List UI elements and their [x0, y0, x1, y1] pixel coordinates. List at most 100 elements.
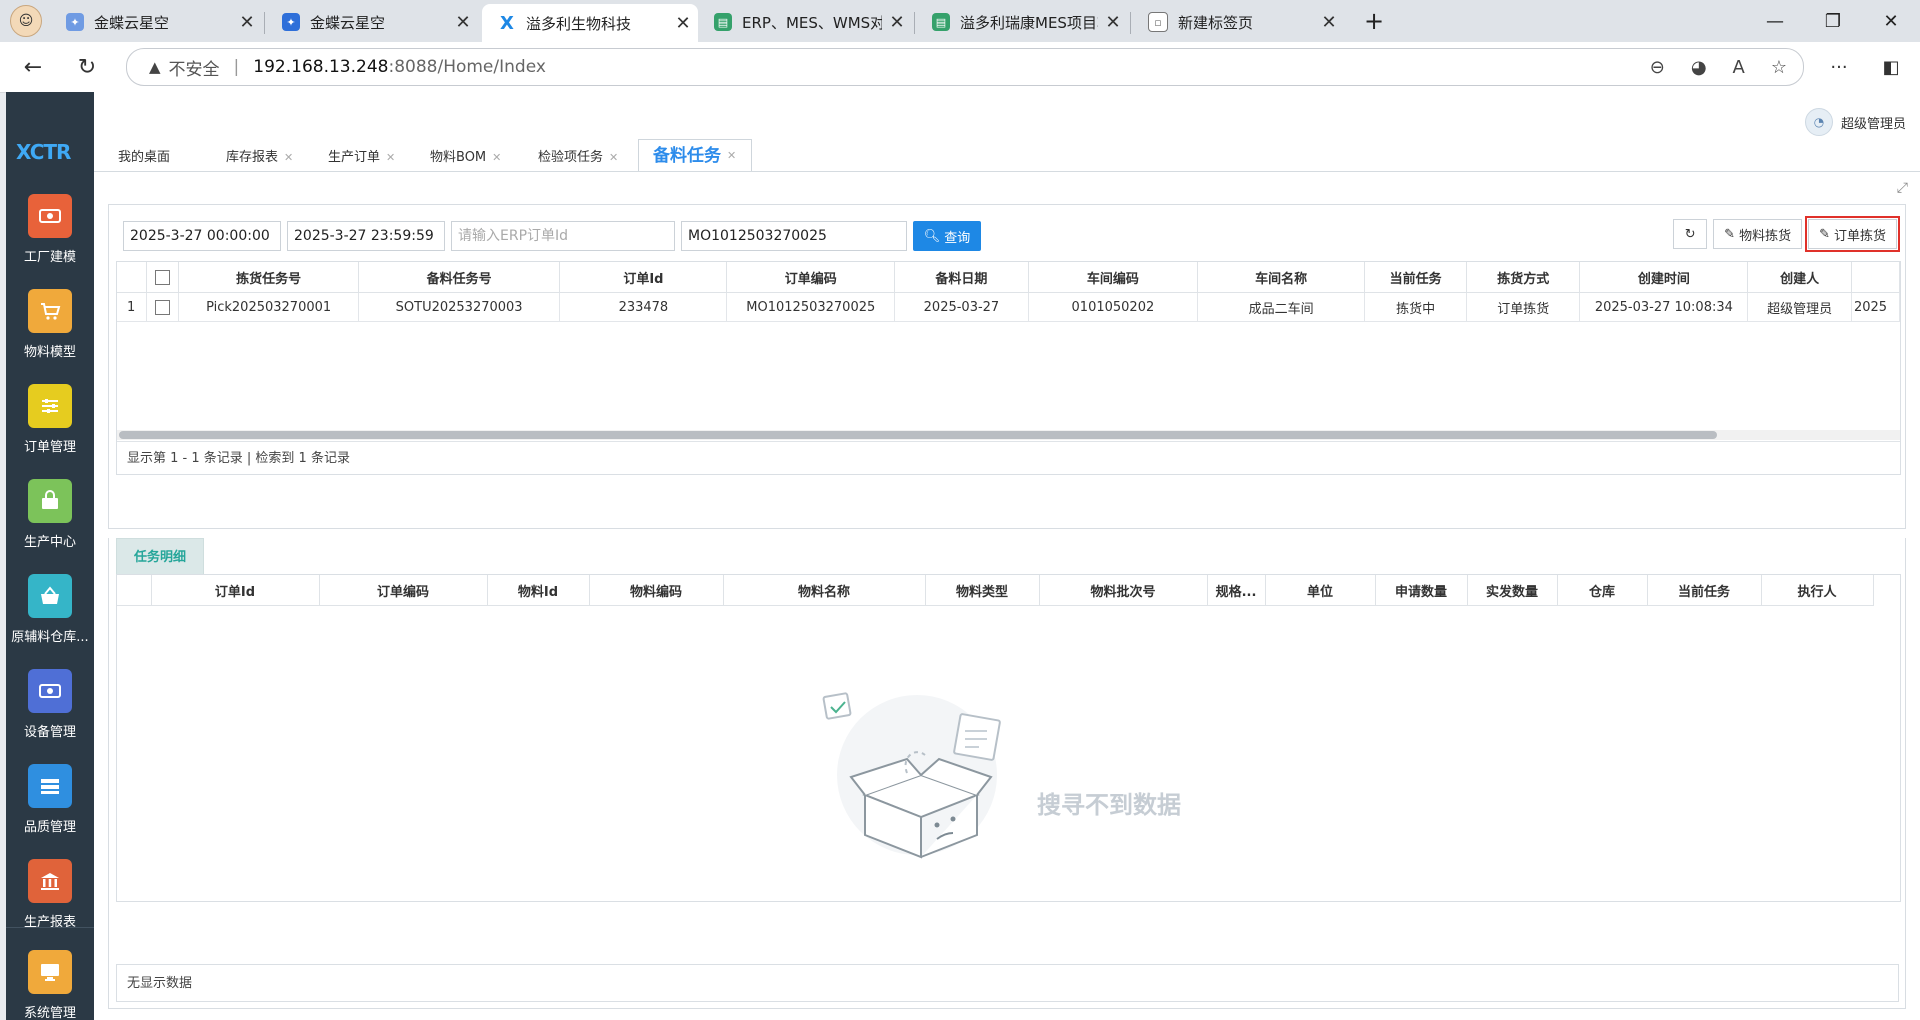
column-header[interactable]: 订单Id: [559, 262, 728, 293]
edit-icon: ✎: [1724, 226, 1736, 242]
close-tab-icon[interactable]: ✕: [882, 12, 912, 33]
column-header[interactable]: [1851, 262, 1900, 293]
close-window-button[interactable]: ✕: [1862, 0, 1920, 42]
sidebar-item-system-management[interactable]: 系统管理: [6, 950, 94, 1020]
row-checkbox[interactable]: [155, 299, 171, 315]
sidebar-item-label: 物料模型: [23, 345, 76, 360]
browser-tab-2[interactable]: X 溢多利生物科技 ✕: [482, 4, 698, 42]
warning-icon: ▲: [149, 58, 161, 76]
table-cell: SOTU20253270003: [358, 292, 561, 322]
column-header[interactable]: 物料编码: [589, 575, 724, 606]
material-pick-button[interactable]: ✎ 物料拣货: [1713, 219, 1803, 249]
column-header[interactable]: 单位: [1265, 575, 1376, 606]
column-header[interactable]: 物料名称: [723, 575, 926, 606]
browser-tab-title: 金蝶云星空: [94, 13, 170, 32]
browser-tab-5[interactable]: ▫ 新建标签页 ✕: [1132, 4, 1344, 40]
browser-tab-0[interactable]: ✦ 金蝶云星空 ✕: [50, 4, 262, 40]
column-header[interactable]: 备料日期: [894, 262, 1029, 293]
user-menu[interactable]: ◔ 超级管理员: [1804, 108, 1906, 136]
column-header[interactable]: 申请数量: [1375, 575, 1468, 606]
profile-avatar[interactable]: ☺: [10, 5, 42, 37]
tab-material-prep-task[interactable]: 备料任务 ✕: [638, 139, 752, 172]
end-time-input[interactable]: [287, 221, 445, 251]
read-aloud-icon[interactable]: A: [1733, 57, 1745, 78]
scrollbar-thumb[interactable]: [119, 431, 1717, 439]
more-options-icon[interactable]: ···: [1822, 50, 1856, 84]
close-tab-icon[interactable]: ✕: [1098, 12, 1128, 33]
column-header[interactable]: 车间名称: [1197, 262, 1366, 293]
column-header[interactable]: 物料批次号: [1039, 575, 1208, 606]
column-header[interactable]: 订单编码: [319, 575, 488, 606]
close-icon[interactable]: ✕: [492, 143, 501, 173]
favorite-star-icon[interactable]: ☆: [1771, 57, 1787, 78]
fullscreen-icon[interactable]: ⤢: [1897, 180, 1908, 196]
column-header[interactable]: 规格...: [1207, 575, 1266, 606]
sidebar-item-raw-material-warehouse[interactable]: 原辅料仓库...: [6, 574, 94, 668]
column-header[interactable]: 订单编码: [726, 262, 896, 293]
close-icon[interactable]: ✕: [727, 141, 736, 171]
main-content: ◔ 超级管理员 我的桌面 库存报表 ✕ 生产订单 ✕ 物料BOM ✕ 检验项任务 ✕ 备…: [94, 92, 1920, 1020]
tab-production-order[interactable]: 生产订单 ✕: [314, 144, 416, 172]
url-input[interactable]: ▲ 不安全 | 192.168.13.248 :8088/Home/Index …: [126, 48, 1804, 86]
column-header[interactable]: 创建时间: [1579, 262, 1749, 293]
column-header[interactable]: 当前任务: [1364, 262, 1467, 293]
column-header[interactable]: 创建人: [1747, 262, 1852, 293]
column-header[interactable]: 实发数量: [1467, 575, 1558, 606]
table-row[interactable]: 1 Pick202503270001 SOTU20253270003 23347…: [117, 292, 1900, 322]
close-tab-icon[interactable]: ✕: [232, 12, 262, 33]
erp-order-id-input[interactable]: [451, 221, 675, 251]
security-warning[interactable]: 不安全: [169, 55, 220, 80]
select-all-checkbox[interactable]: [155, 269, 171, 285]
column-header[interactable]: 仓库: [1557, 575, 1648, 606]
column-header[interactable]: 拣货方式: [1466, 262, 1581, 293]
browser-tab-title: 溢多利生物科技: [526, 14, 632, 33]
close-icon[interactable]: ✕: [284, 143, 293, 173]
table-header-row: 拣货任务号 备料任务号 订单Id 订单编码 备料日期 车间编码 车间名称 当前任…: [117, 262, 1900, 293]
column-header[interactable]: 备料任务号: [358, 262, 561, 293]
start-time-input[interactable]: [123, 221, 281, 251]
column-header[interactable]: 当前任务: [1647, 575, 1762, 606]
column-header[interactable]: 订单Id: [151, 575, 320, 606]
sidebar-item-production-center[interactable]: 生产中心: [6, 479, 94, 573]
close-tab-icon[interactable]: ✕: [448, 12, 478, 33]
tab-material-bom[interactable]: 物料BOM ✕: [416, 144, 524, 172]
order-code-input[interactable]: [681, 221, 907, 251]
query-button[interactable]: 🔍︎ 查询: [913, 221, 981, 251]
browser-tab-1[interactable]: ✦ 金蝶云星空 ✕: [266, 4, 478, 40]
back-button[interactable]: ←: [16, 50, 50, 84]
sidebar-item-production-report[interactable]: 生产报表: [6, 859, 94, 953]
order-pick-button[interactable]: ✎ 订单拣货: [1805, 216, 1900, 252]
sidebar-item-factory-modeling[interactable]: 工厂建模: [6, 194, 94, 288]
horizontal-scrollbar[interactable]: [117, 430, 1900, 440]
restore-button[interactable]: ❐: [1804, 0, 1862, 42]
browser-essentials-icon[interactable]: ◕: [1691, 57, 1707, 78]
refresh-button[interactable]: ↻: [1673, 219, 1708, 249]
column-header[interactable]: 执行人: [1761, 575, 1874, 606]
browser-tab-3[interactable]: ▤ ERP、MES、WMS对接方案济 ✕: [698, 4, 912, 40]
sidebar-item-order-management[interactable]: 订单管理: [6, 384, 94, 478]
column-header[interactable]: 物料Id: [487, 575, 590, 606]
reload-button[interactable]: ↻: [70, 50, 104, 84]
close-icon[interactable]: ✕: [609, 143, 618, 173]
sidebar-item-equipment-management[interactable]: 设备管理: [6, 669, 94, 763]
zoom-out-icon[interactable]: ⊖: [1650, 57, 1665, 78]
column-header[interactable]: 拣货任务号: [178, 262, 359, 293]
close-tab-icon[interactable]: ✕: [668, 13, 698, 34]
task-list-panel: 🔍︎查询 ↻ ✎物料拣货 ✎订单拣货 拣货任务号 备料任务号 订单Id: [108, 204, 1906, 529]
browser-tab-4[interactable]: ▤ 溢多利瑞康MES项目功能开发 ✕: [916, 4, 1128, 40]
sidebar-toggle-icon[interactable]: ◧: [1874, 50, 1908, 84]
tab-my-desktop[interactable]: 我的桌面: [104, 144, 212, 172]
minimize-button[interactable]: —: [1746, 0, 1804, 42]
column-header[interactable]: 车间编码: [1028, 262, 1199, 293]
tab-task-detail[interactable]: 任务明细: [116, 538, 204, 576]
browser-tab-title: 溢多利瑞康MES项目功能开发: [960, 13, 1098, 32]
column-header[interactable]: 物料类型: [925, 575, 1040, 606]
new-tab-button[interactable]: +: [1356, 4, 1392, 38]
close-icon[interactable]: ✕: [386, 143, 395, 173]
close-tab-icon[interactable]: ✕: [1314, 12, 1344, 33]
bag-icon: [28, 479, 72, 523]
tab-inventory-report[interactable]: 库存报表 ✕: [212, 144, 314, 172]
sidebar-item-material-model[interactable]: 物料模型: [6, 289, 94, 383]
sidebar-item-quality-management[interactable]: 品质管理: [6, 764, 94, 858]
tab-inspection-task[interactable]: 检验项任务 ✕: [524, 144, 638, 172]
